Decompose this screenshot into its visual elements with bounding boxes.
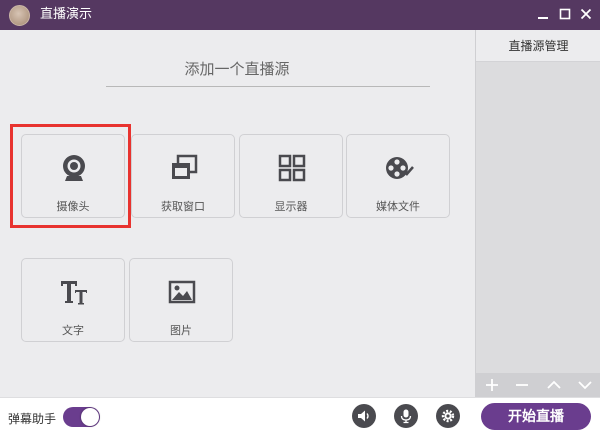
media-file-icon xyxy=(386,157,414,179)
source-window-capture-tile[interactable]: 获取窗口 xyxy=(131,134,235,218)
image-icon xyxy=(168,280,196,304)
source-media-file-label: 媒体文件 xyxy=(376,200,420,213)
bottom-bar: 弹幕助手 开始直播 xyxy=(0,397,600,435)
title-divider xyxy=(106,86,430,87)
add-icon[interactable] xyxy=(484,377,500,393)
source-media-file-tile[interactable]: 媒体文件 xyxy=(346,134,450,218)
source-text-tile[interactable]: 文字 xyxy=(21,258,125,342)
settings-button[interactable] xyxy=(436,404,460,428)
toggle-knob xyxy=(81,408,99,426)
danmu-toggle[interactable] xyxy=(63,407,100,427)
minimize-icon[interactable] xyxy=(535,6,551,22)
source-manager-panel: 直播源管理 xyxy=(475,30,600,397)
microphone-icon xyxy=(400,409,412,424)
window-title: 直播演示 xyxy=(40,7,93,22)
app-avatar xyxy=(9,5,30,26)
display-grid-icon xyxy=(278,154,306,182)
start-live-button[interactable]: 开始直播 xyxy=(481,403,591,430)
text-icon xyxy=(61,281,87,305)
remove-icon[interactable] xyxy=(514,377,530,393)
add-source-title: 添加一个直播源 xyxy=(184,60,290,78)
maximize-icon[interactable] xyxy=(557,6,573,22)
selection-highlight xyxy=(10,124,131,228)
source-text-label: 文字 xyxy=(62,324,84,337)
speaker-icon xyxy=(358,410,369,422)
close-icon[interactable] xyxy=(578,6,594,22)
source-display-tile[interactable]: 显示器 xyxy=(239,134,343,218)
microphone-button[interactable] xyxy=(394,404,418,428)
speaker-button[interactable] xyxy=(352,404,376,428)
source-image-label: 图片 xyxy=(170,324,192,337)
source-window-capture-label: 获取窗口 xyxy=(161,200,205,213)
source-manager-toolbar xyxy=(476,373,600,397)
source-image-tile[interactable]: 图片 xyxy=(129,258,233,342)
source-manager-title: 直播源管理 xyxy=(476,30,600,62)
window-capture-icon xyxy=(172,154,198,179)
settings-gear-icon xyxy=(441,409,455,423)
move-up-icon[interactable] xyxy=(546,377,562,393)
source-display-label: 显示器 xyxy=(274,200,308,213)
move-down-icon[interactable] xyxy=(577,377,593,393)
danmu-assistant-label: 弹幕助手 xyxy=(8,412,57,426)
title-bar: 直播演示 xyxy=(0,0,600,30)
